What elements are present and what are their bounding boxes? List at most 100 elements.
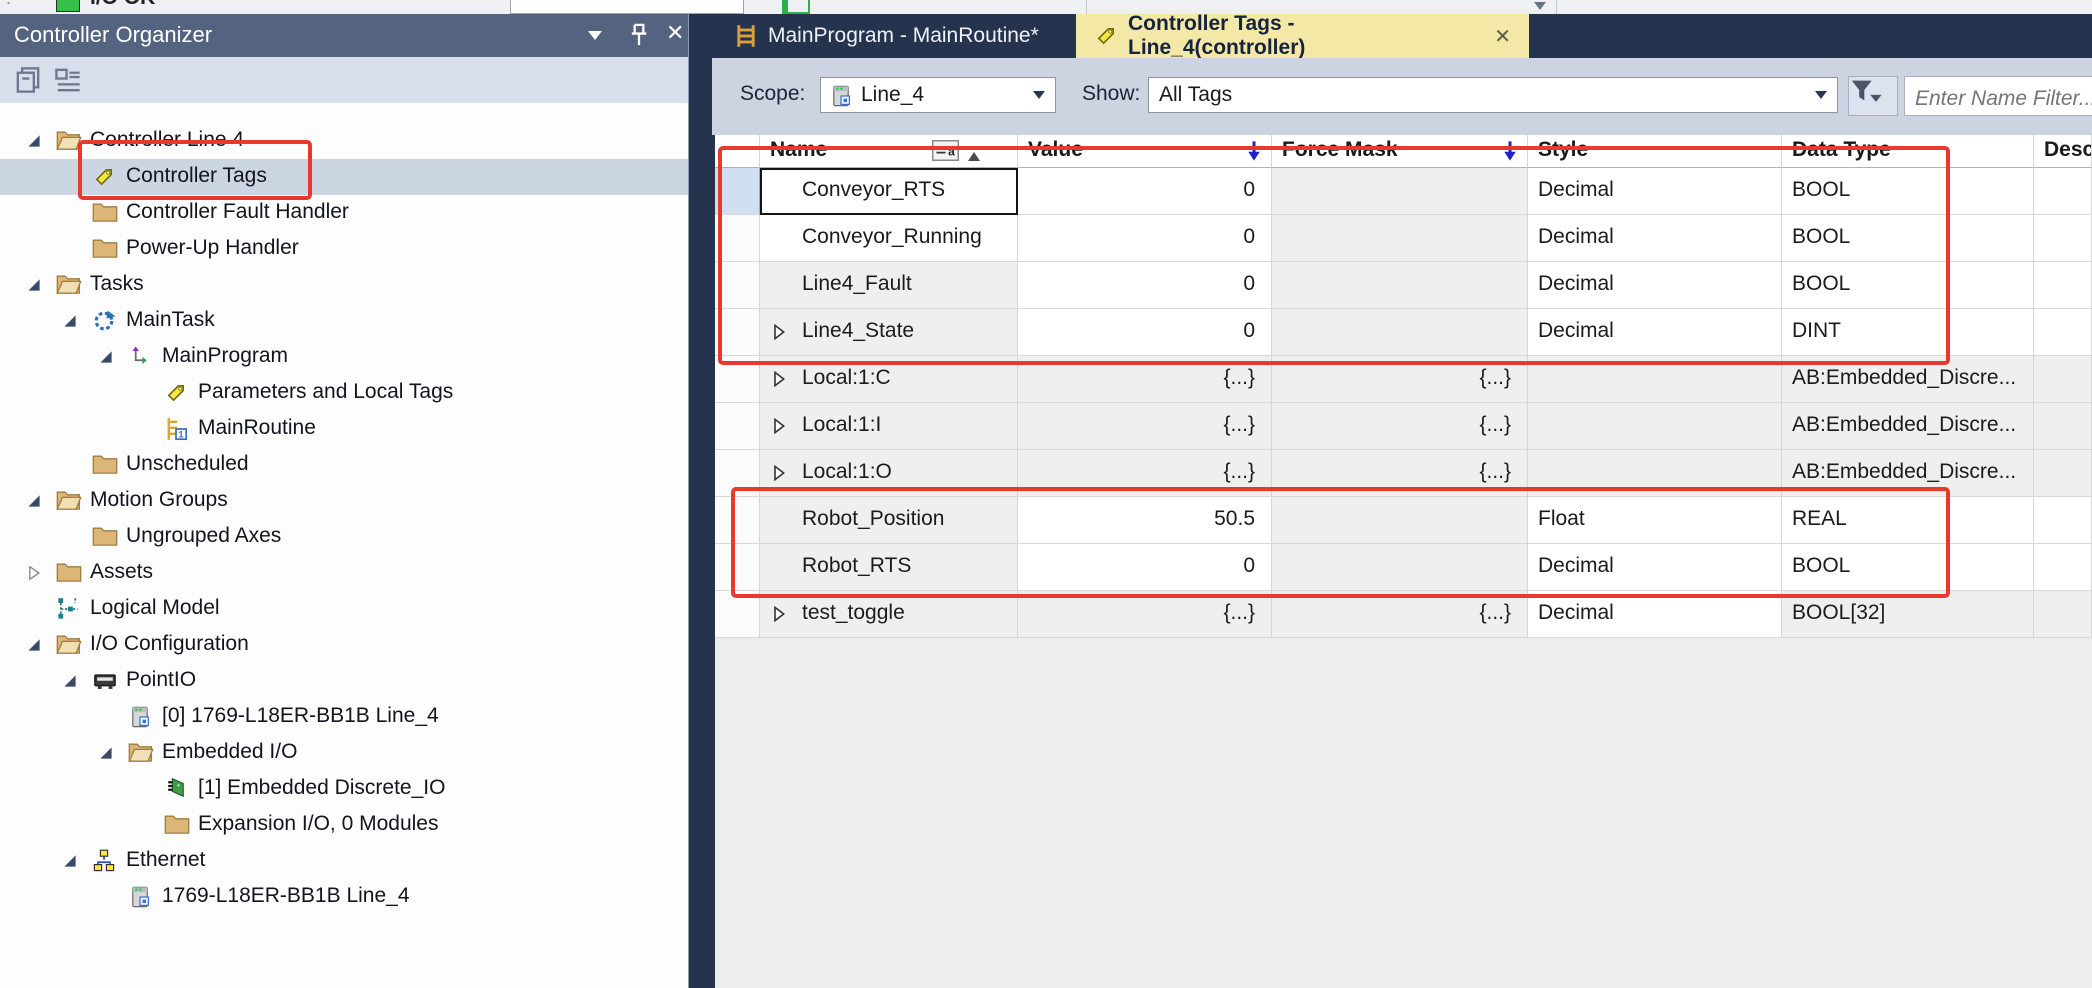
tab-mainprogram-mainroutine[interactable]: MainProgram - MainRoutine* [716, 14, 1073, 58]
line4-state-desc-cell[interactable] [2034, 309, 2092, 356]
test-toggle-style-cell[interactable]: Decimal [1528, 591, 1782, 638]
conveyor-rts-dtype-cell[interactable]: BOOL [1782, 168, 2034, 215]
local-1-i-force-cell[interactable]: {...} [1272, 403, 1528, 450]
robot-rts-style-cell[interactable]: Decimal [1528, 544, 1782, 591]
tree-item-controller-fault-handler[interactable]: Controller Fault Handler [0, 195, 688, 231]
tree-item-ethernet[interactable]: Ethernet [0, 843, 688, 879]
test-toggle-value-cell[interactable]: {...} [1018, 591, 1272, 638]
row-selector[interactable] [715, 450, 760, 497]
column-header-force[interactable]: Force Mask [1272, 135, 1528, 168]
line4-fault-dtype-cell[interactable]: BOOL [1782, 262, 2034, 309]
robot-position-dtype-cell[interactable]: REAL [1782, 497, 2034, 544]
line4-fault-style-cell[interactable]: Decimal [1528, 262, 1782, 309]
local-1-c-force-cell[interactable]: {...} [1272, 356, 1528, 403]
conveyor-rts-desc-cell[interactable] [2034, 168, 2092, 215]
expand-icon[interactable] [772, 371, 786, 387]
conveyor-running-name-cell[interactable]: Conveyor_Running [760, 215, 1018, 262]
line4-state-value-cell[interactable]: 0 [1018, 309, 1272, 356]
conveyor-running-force-cell[interactable] [1272, 215, 1528, 262]
robot-rts-dtype-cell[interactable]: BOOL [1782, 544, 2034, 591]
test-toggle-dtype-cell[interactable]: BOOL[32] [1782, 591, 2034, 638]
expand-icon[interactable] [772, 606, 786, 622]
tree-item-mainprogram[interactable]: MainProgram [0, 339, 688, 375]
tree-item-assets[interactable]: Assets [0, 555, 688, 591]
tree-item-motion-groups[interactable]: Motion Groups [0, 483, 688, 519]
local-1-i-dtype-cell[interactable]: AB:Embedded_Discre... [1782, 403, 2034, 450]
local-1-i-style-cell[interactable] [1528, 403, 1782, 450]
tree-item-embedded-i-o[interactable]: Embedded I/O [0, 735, 688, 771]
row-selector[interactable] [715, 168, 760, 215]
tree-collapse-icon[interactable] [27, 278, 41, 292]
tree-item-1769-l18er-bb1b-line-4[interactable]: 1769-L18ER-BB1B Line_4 [0, 879, 688, 915]
view-options-icon[interactable] [52, 64, 84, 96]
column-header-name[interactable]: Namea [760, 135, 1018, 168]
test-toggle-desc-cell[interactable] [2034, 591, 2092, 638]
tree-item-logical-model[interactable]: Logical Model [0, 591, 688, 627]
column-header-value[interactable]: Value [1018, 135, 1272, 168]
expand-icon[interactable] [772, 418, 786, 434]
scope-dropdown[interactable]: Line_4 [820, 77, 1056, 113]
row-selector[interactable] [715, 544, 760, 591]
local-1-o-dtype-cell[interactable]: AB:Embedded_Discre... [1782, 450, 2034, 497]
close-icon[interactable]: ✕ [666, 20, 684, 46]
tree-item-unscheduled[interactable]: Unscheduled [0, 447, 688, 483]
local-1-i-value-cell[interactable]: {...} [1018, 403, 1272, 450]
line4-fault-value-cell[interactable]: 0 [1018, 262, 1272, 309]
line4-state-style-cell[interactable]: Decimal [1528, 309, 1782, 356]
conveyor-rts-name-cell[interactable]: Conveyor_RTS [760, 168, 1018, 215]
show-dropdown[interactable]: All Tags [1148, 77, 1838, 113]
column-pin-icon[interactable] [1503, 140, 1517, 162]
robot-rts-name-cell[interactable]: Robot_RTS [760, 544, 1018, 591]
line4-fault-desc-cell[interactable] [2034, 262, 2092, 309]
row-selector[interactable] [715, 309, 760, 356]
column-header-dtype[interactable]: Data Type [1782, 135, 2034, 168]
line4-state-name-cell[interactable]: Line4_State [760, 309, 1018, 356]
conveyor-running-desc-cell[interactable] [2034, 215, 2092, 262]
local-1-c-name-cell[interactable]: Local:1:C [760, 356, 1018, 403]
robot-rts-value-cell[interactable]: 0 [1018, 544, 1272, 591]
tree-item-ungrouped-axes[interactable]: Ungrouped Axes [0, 519, 688, 555]
tree-collapse-icon[interactable] [63, 314, 77, 328]
local-1-c-desc-cell[interactable] [2034, 356, 2092, 403]
tree-item-0-1769-l18er-bb1b-line-4[interactable]: [0] 1769-L18ER-BB1B Line_4 [0, 699, 688, 735]
test-toggle-name-cell[interactable]: test_toggle [760, 591, 1018, 638]
tree-collapse-icon[interactable] [99, 746, 113, 760]
robot-position-name-cell[interactable]: Robot_Position [760, 497, 1018, 544]
conveyor-running-dtype-cell[interactable]: BOOL [1782, 215, 2034, 262]
window-position-icon[interactable] [588, 31, 602, 47]
tab-controller-tags[interactable]: Controller Tags - Line_4(controller) ✕ [1076, 14, 1529, 58]
line4-state-dtype-cell[interactable]: DINT [1782, 309, 2034, 356]
tree-item-parameters-and-local-tags[interactable]: Parameters and Local Tags [0, 375, 688, 411]
local-1-c-value-cell[interactable]: {...} [1018, 356, 1272, 403]
robot-position-desc-cell[interactable] [2034, 497, 2092, 544]
tree-expand-icon[interactable] [27, 566, 41, 580]
name-filter-input[interactable] [1904, 76, 2092, 116]
local-1-o-value-cell[interactable]: {...} [1018, 450, 1272, 497]
column-header-style[interactable]: Style [1528, 135, 1782, 168]
test-toggle-force-cell[interactable]: {...} [1272, 591, 1528, 638]
row-selector[interactable] [715, 356, 760, 403]
robot-position-force-cell[interactable] [1272, 497, 1528, 544]
conveyor-rts-force-cell[interactable] [1272, 168, 1528, 215]
tree-collapse-icon[interactable] [27, 134, 41, 148]
row-selector[interactable] [715, 215, 760, 262]
status-combobox[interactable] [510, 0, 744, 14]
robot-rts-force-cell[interactable] [1272, 544, 1528, 591]
row-selector[interactable] [715, 591, 760, 638]
conveyor-running-style-cell[interactable]: Decimal [1528, 215, 1782, 262]
robot-rts-desc-cell[interactable] [2034, 544, 2092, 591]
row-selector[interactable] [715, 262, 760, 309]
column-pin-icon[interactable] [1247, 140, 1261, 162]
row-selector[interactable] [715, 403, 760, 450]
row-selector[interactable] [715, 497, 760, 544]
local-1-o-style-cell[interactable] [1528, 450, 1782, 497]
tree-item-tasks[interactable]: Tasks [0, 267, 688, 303]
local-1-o-force-cell[interactable]: {...} [1272, 450, 1528, 497]
name-edit-button[interactable]: a [932, 140, 959, 161]
local-1-o-desc-cell[interactable] [2034, 450, 2092, 497]
tree-collapse-icon[interactable] [27, 494, 41, 508]
line4-fault-force-cell[interactable] [1272, 262, 1528, 309]
tree-collapse-icon[interactable] [63, 674, 77, 688]
expand-icon[interactable] [772, 324, 786, 340]
tree-item-controller-line-4[interactable]: Controller Line 4 [0, 123, 688, 159]
